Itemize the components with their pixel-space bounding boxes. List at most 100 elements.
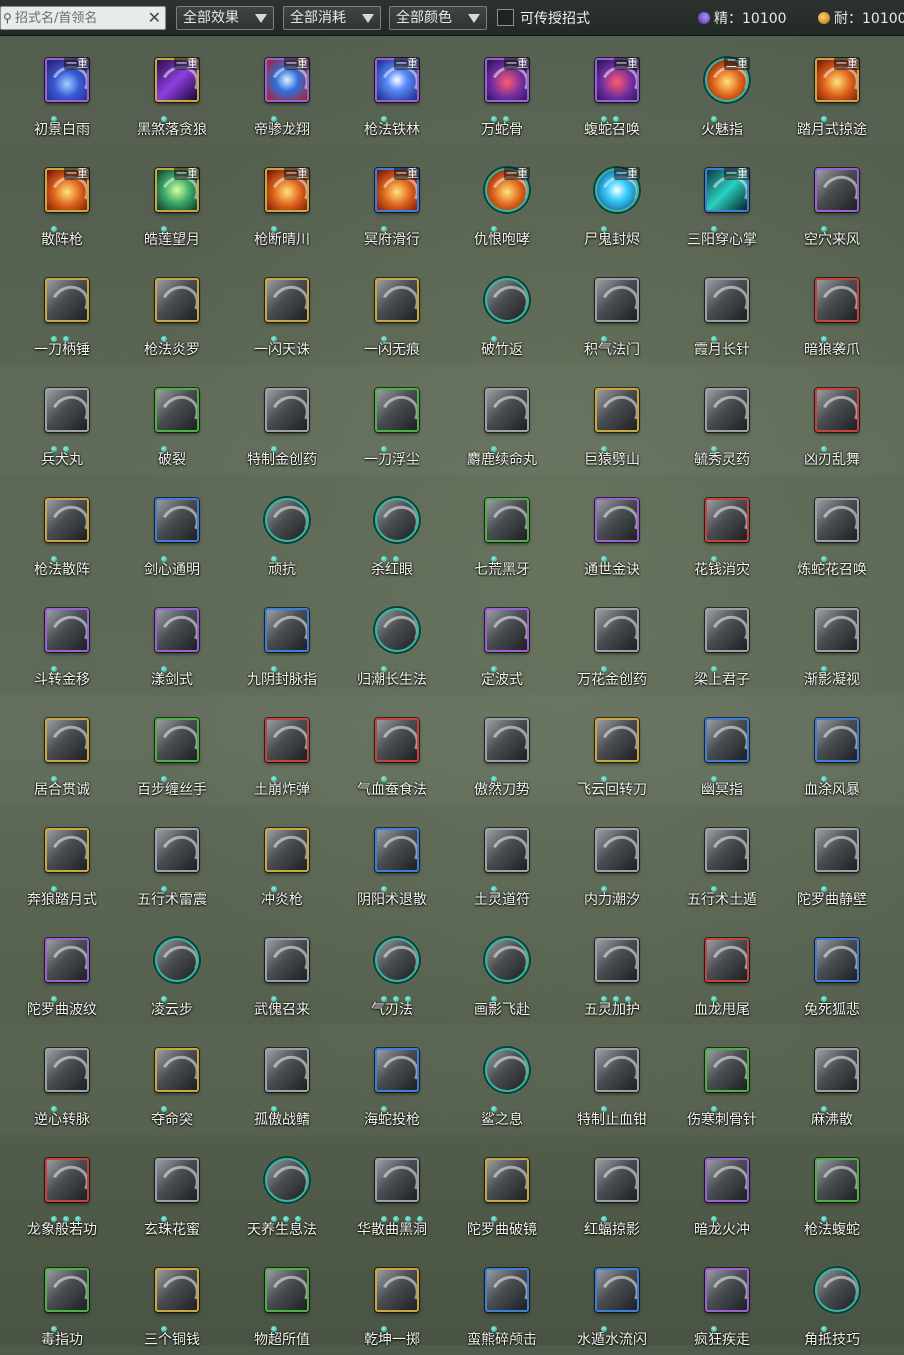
skill-icon[interactable] (375, 938, 419, 982)
skill-icon[interactable] (265, 718, 309, 762)
skill-icon[interactable] (815, 1048, 859, 1092)
color-filter-dropdown[interactable]: 全部颜色 (389, 6, 487, 30)
skill-icon[interactable] (485, 498, 529, 542)
skill-slot[interactable]: 武傀召来 (227, 915, 337, 1025)
skill-slot[interactable]: 兔死狐悲 (777, 915, 887, 1025)
skill-slot[interactable]: 蛮熊碎颅击 (447, 1245, 557, 1355)
skill-slot[interactable]: 玄珠花蜜 (117, 1135, 227, 1245)
skill-icon[interactable] (265, 1268, 309, 1312)
skill-slot[interactable]: 九阴封脉指 (227, 585, 337, 695)
skill-slot[interactable]: 角抵技巧 (777, 1245, 887, 1355)
skill-slot[interactable]: 疯狂疾走 (667, 1245, 777, 1355)
skill-slot[interactable]: 一重 仇恨咆哮 (447, 145, 557, 255)
skill-icon[interactable] (595, 1268, 639, 1312)
skill-slot[interactable]: 五行术雷震 (117, 805, 227, 915)
skill-icon[interactable] (375, 718, 419, 762)
skill-slot[interactable]: 一重 蝮蛇召唤 (557, 35, 667, 145)
skill-slot[interactable]: 一重 三阳穿心掌 (667, 145, 777, 255)
skill-slot[interactable]: 一重 初景白雨 (7, 35, 117, 145)
skill-icon[interactable] (375, 608, 419, 652)
skill-icon[interactable] (815, 828, 859, 872)
skill-slot[interactable]: 枪法散阵 (7, 475, 117, 585)
skill-slot[interactable]: 五灵加护 (557, 915, 667, 1025)
skill-slot[interactable]: 血龙甩尾 (667, 915, 777, 1025)
skill-icon[interactable] (815, 938, 859, 982)
skill-slot[interactable]: 顽抗 (227, 475, 337, 585)
skill-icon[interactable] (485, 388, 529, 432)
skill-slot[interactable]: 兵犬丸 (7, 365, 117, 475)
skill-slot[interactable]: 百步缠丝手 (117, 695, 227, 805)
skill-slot[interactable]: 内力潮汐 (557, 805, 667, 915)
skill-icon[interactable] (815, 498, 859, 542)
skill-icon[interactable] (485, 1158, 529, 1202)
skill-icon[interactable] (595, 1158, 639, 1202)
skill-icon[interactable] (45, 278, 89, 322)
skill-slot[interactable]: 幽冥指 (667, 695, 777, 805)
skill-slot[interactable]: 剑心通明 (117, 475, 227, 585)
skill-icon[interactable] (815, 388, 859, 432)
skill-icon[interactable] (155, 388, 199, 432)
skill-slot[interactable]: 破裂 (117, 365, 227, 475)
skill-slot[interactable]: 花钱消灾 (667, 475, 777, 585)
skill-icon[interactable] (265, 608, 309, 652)
skill-icon[interactable] (815, 168, 859, 212)
skill-slot[interactable]: 夺命突 (117, 1025, 227, 1135)
search-box[interactable]: ⚲ ✕ (0, 6, 166, 30)
skill-slot[interactable]: 土崩炸弹 (227, 695, 337, 805)
skill-icon[interactable] (45, 608, 89, 652)
skill-slot[interactable]: 漾剑式 (117, 585, 227, 695)
skill-icon[interactable] (45, 388, 89, 432)
skill-slot[interactable]: 定波式 (447, 585, 557, 695)
skill-icon[interactable] (155, 1268, 199, 1312)
skill-slot[interactable]: 水遁水流闪 (557, 1245, 667, 1355)
skill-icon[interactable] (595, 828, 639, 872)
skill-icon[interactable] (815, 608, 859, 652)
skill-icon[interactable] (705, 718, 749, 762)
search-input[interactable] (15, 8, 143, 28)
skill-slot[interactable]: 暗龙火冲 (667, 1135, 777, 1245)
skill-icon[interactable] (45, 938, 89, 982)
teachable-label[interactable]: 可传授招式 (520, 8, 590, 28)
skill-slot[interactable]: 斗转金移 (7, 585, 117, 695)
skill-slot[interactable]: 一闪天诛 (227, 255, 337, 365)
skill-slot[interactable]: 鲨之息 (447, 1025, 557, 1135)
skill-icon[interactable] (705, 608, 749, 652)
skill-icon[interactable] (705, 938, 749, 982)
skill-icon[interactable] (265, 498, 309, 542)
skill-slot[interactable]: 气刃法 (337, 915, 447, 1025)
skill-slot[interactable]: 三个铜钱 (117, 1245, 227, 1355)
skill-slot[interactable]: 一重 踏月式掠途 (777, 35, 887, 145)
skill-slot[interactable]: 一重 散阵枪 (7, 145, 117, 255)
skill-icon[interactable] (375, 1268, 419, 1312)
skill-slot[interactable]: 天养生息法 (227, 1135, 337, 1245)
effect-filter-dropdown[interactable]: 全部效果 (176, 6, 274, 30)
clear-search-icon[interactable]: ✕ (148, 7, 161, 29)
skill-slot[interactable]: 画影飞赴 (447, 915, 557, 1025)
skill-icon[interactable] (375, 498, 419, 542)
skill-slot[interactable]: 一重 万蛇骨 (447, 35, 557, 145)
skill-slot[interactable]: 华散曲黑洞 (337, 1135, 447, 1245)
skill-icon[interactable] (265, 1048, 309, 1092)
skill-icon[interactable] (595, 498, 639, 542)
skill-slot[interactable]: 归潮长生法 (337, 585, 447, 695)
skill-icon[interactable] (485, 1268, 529, 1312)
skill-slot[interactable]: 空穴来风 (777, 145, 887, 255)
skill-slot[interactable]: 毓秀灵药 (667, 365, 777, 475)
skill-icon[interactable] (45, 718, 89, 762)
skill-slot[interactable]: 七荒黑牙 (447, 475, 557, 585)
skill-icon[interactable] (595, 388, 639, 432)
skill-slot[interactable]: 炼蛇花召唤 (777, 475, 887, 585)
skill-slot[interactable]: 二重 火魅指 (667, 35, 777, 145)
skill-slot[interactable]: 一重 枪法铁林 (337, 35, 447, 145)
skill-icon[interactable] (265, 938, 309, 982)
skill-slot[interactable]: 枪法炎罗 (117, 255, 227, 365)
teachable-checkbox[interactable] (497, 9, 514, 26)
skill-icon[interactable] (595, 278, 639, 322)
skill-slot[interactable]: 奔狼踏月式 (7, 805, 117, 915)
skill-icon[interactable] (155, 278, 199, 322)
skill-icon[interactable] (265, 828, 309, 872)
skill-icon[interactable] (595, 938, 639, 982)
skill-slot[interactable]: 凶刃乱舞 (777, 365, 887, 475)
skill-icon[interactable] (485, 608, 529, 652)
skill-icon[interactable] (705, 1048, 749, 1092)
